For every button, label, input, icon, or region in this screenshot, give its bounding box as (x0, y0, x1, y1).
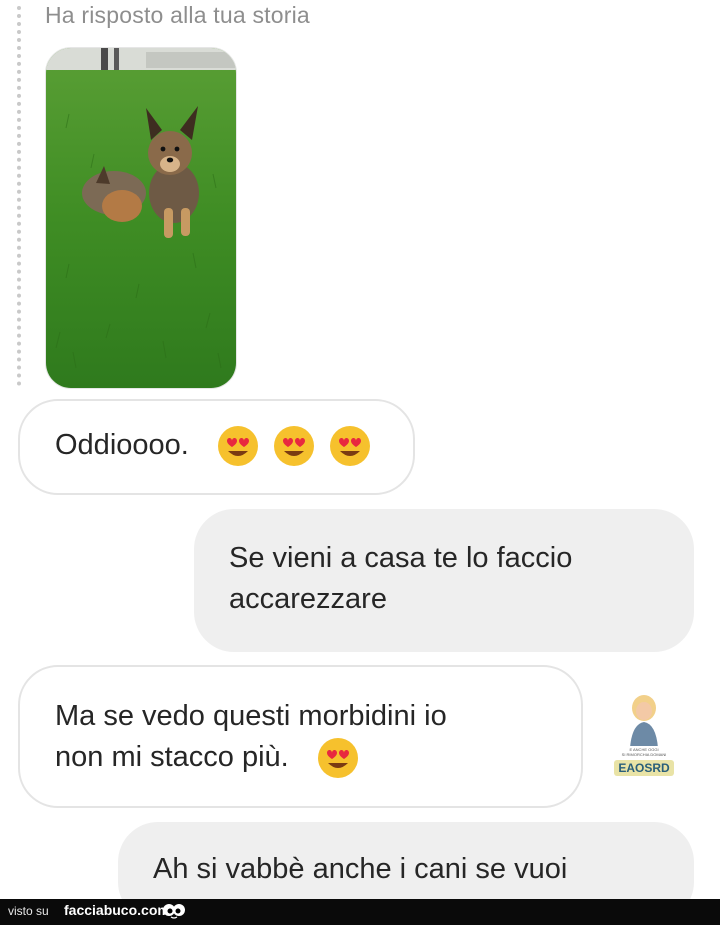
story-reply-caption: Ha risposto alla tua storia (45, 2, 310, 28)
heart-eyes-emoji-icon (329, 425, 371, 467)
received-message-bubble[interactable]: Ma se vedo questi morbidini io non mi st… (18, 665, 583, 808)
message-text: Ah si vabbè anche i cani se vuoi (153, 853, 568, 885)
watermark-badge-text: EAOSRD (618, 761, 670, 775)
footer-label: visto su (8, 904, 49, 918)
story-thumbnail[interactable] (45, 47, 237, 389)
watermark-small-text: SI RIMORCHIA DOMANI (622, 752, 667, 757)
message-text: Oddioooo. (55, 429, 189, 461)
message-text-line: Ma se vedo questi morbidini io (55, 700, 447, 732)
message-text-line: non mi stacco più. (55, 741, 289, 773)
message-text-line: Se vieni a casa te lo faccio (229, 542, 573, 574)
heart-eyes-emoji-icon (273, 425, 315, 467)
eyes-logo-icon (162, 903, 186, 919)
sent-message-bubble[interactable]: Se vieni a casa te lo faccio accarezzare (194, 509, 694, 652)
received-message-bubble[interactable]: Oddioooo. (18, 399, 415, 495)
heart-eyes-emoji-icon (217, 425, 259, 467)
facciabuco-footer: visto su facciabuco.com (0, 899, 720, 925)
message-text-line: accarezzare (229, 583, 387, 615)
heart-eyes-emoji-icon (317, 737, 359, 779)
eaosrd-watermark-logo: EAOSRD E ANCHE OGGI SI RIMORCHIA DOMANI (611, 690, 677, 780)
story-reply-thread-line (17, 6, 21, 386)
footer-site-link[interactable]: facciabuco.com (64, 902, 170, 918)
